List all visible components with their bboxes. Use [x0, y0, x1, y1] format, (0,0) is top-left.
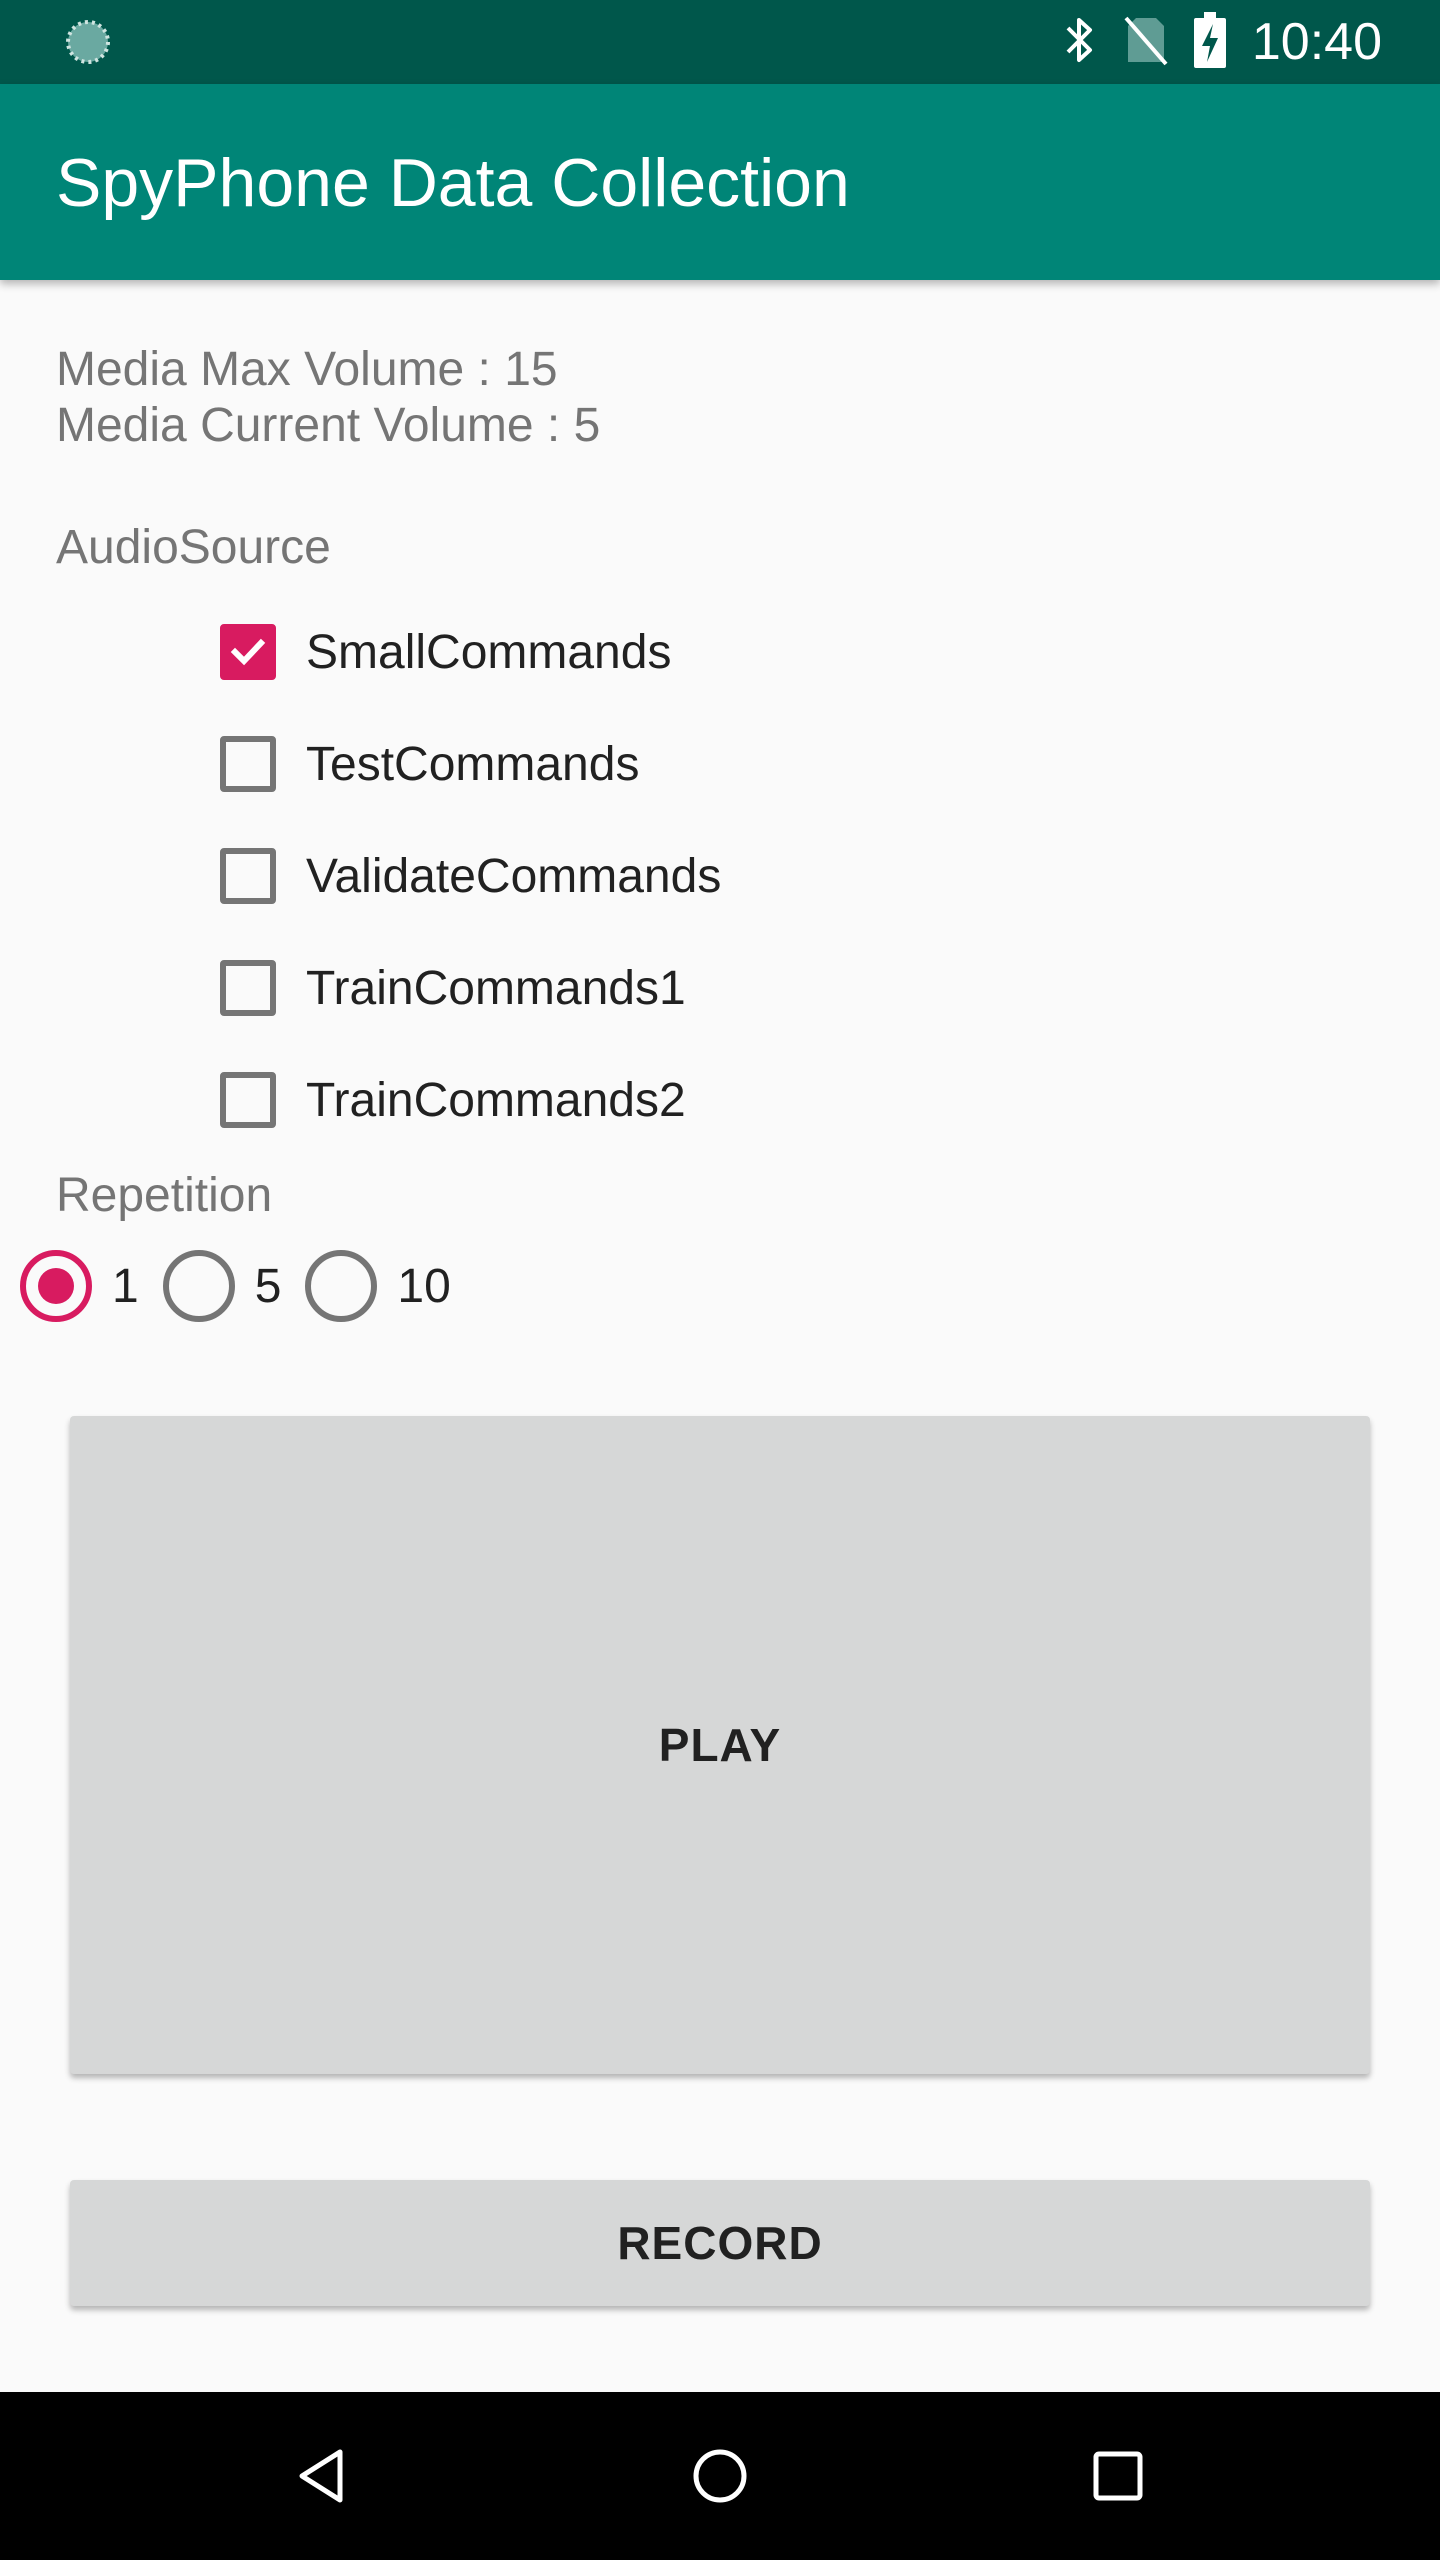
- bluetooth-icon: [1062, 14, 1098, 71]
- play-button[interactable]: PLAY: [70, 1416, 1370, 2074]
- repetition-label: Repetition: [56, 1169, 273, 1222]
- checkbox-unchecked-icon[interactable]: [220, 736, 276, 792]
- radio-label: 10: [397, 1259, 451, 1313]
- checkbox-label: TrainCommands2: [306, 1073, 686, 1127]
- recents-icon[interactable]: [1078, 2436, 1158, 2516]
- checkbox-unchecked-icon[interactable]: [220, 848, 276, 904]
- app-title: SpyPhone Data Collection: [56, 145, 850, 221]
- checkbox-label: TrainCommands1: [306, 961, 686, 1015]
- checkbox-label: ValidateCommands: [306, 849, 722, 903]
- back-icon[interactable]: [282, 2436, 362, 2516]
- app-bar: SpyPhone Data Collection: [0, 84, 1440, 280]
- radio-label: 5: [254, 1259, 282, 1313]
- audio-source-label: AudioSource: [56, 521, 331, 574]
- checkbox-label: SmallCommands: [306, 625, 672, 679]
- radio-selected-icon[interactable]: [20, 1250, 92, 1322]
- checkbox-small-commands[interactable]: SmallCommands: [210, 596, 671, 708]
- media-current-volume-text: Media Current Volume : 5: [56, 399, 601, 452]
- radio-unselected-icon[interactable]: [305, 1250, 378, 1322]
- checkbox-unchecked-icon[interactable]: [220, 960, 276, 1016]
- checkbox-train-commands-2[interactable]: TrainCommands2: [210, 1044, 686, 1156]
- radio-option-5[interactable]: 5: [162, 1250, 282, 1322]
- no-sim-icon: [1124, 14, 1168, 71]
- home-icon[interactable]: [680, 2436, 760, 2516]
- checkbox-label: TestCommands: [306, 737, 640, 791]
- navigation-bar: [0, 2392, 1440, 2560]
- checkbox-checked-icon[interactable]: [220, 624, 276, 680]
- radio-unselected-icon[interactable]: [162, 1250, 235, 1322]
- checkbox-unchecked-icon[interactable]: [220, 1072, 276, 1128]
- battery-charging-icon: [1193, 11, 1226, 73]
- status-time: 10:40: [1251, 13, 1382, 71]
- radio-label: 1: [112, 1259, 139, 1313]
- loading-spinner-icon: [64, 18, 112, 66]
- checkbox-train-commands-1[interactable]: TrainCommands1: [210, 932, 686, 1044]
- checkbox-test-commands[interactable]: TestCommands: [210, 708, 639, 820]
- radio-option-10[interactable]: 10: [305, 1250, 451, 1322]
- record-button[interactable]: RECORD: [70, 2180, 1370, 2306]
- repetition-radio-group[interactable]: 1 5 10: [20, 1244, 475, 1328]
- status-bar: 10:40: [0, 0, 1440, 84]
- media-max-volume-text: Media Max Volume : 15: [56, 343, 558, 396]
- checkbox-validate-commands[interactable]: ValidateCommands: [210, 820, 721, 932]
- radio-option-1[interactable]: 1: [20, 1250, 139, 1322]
